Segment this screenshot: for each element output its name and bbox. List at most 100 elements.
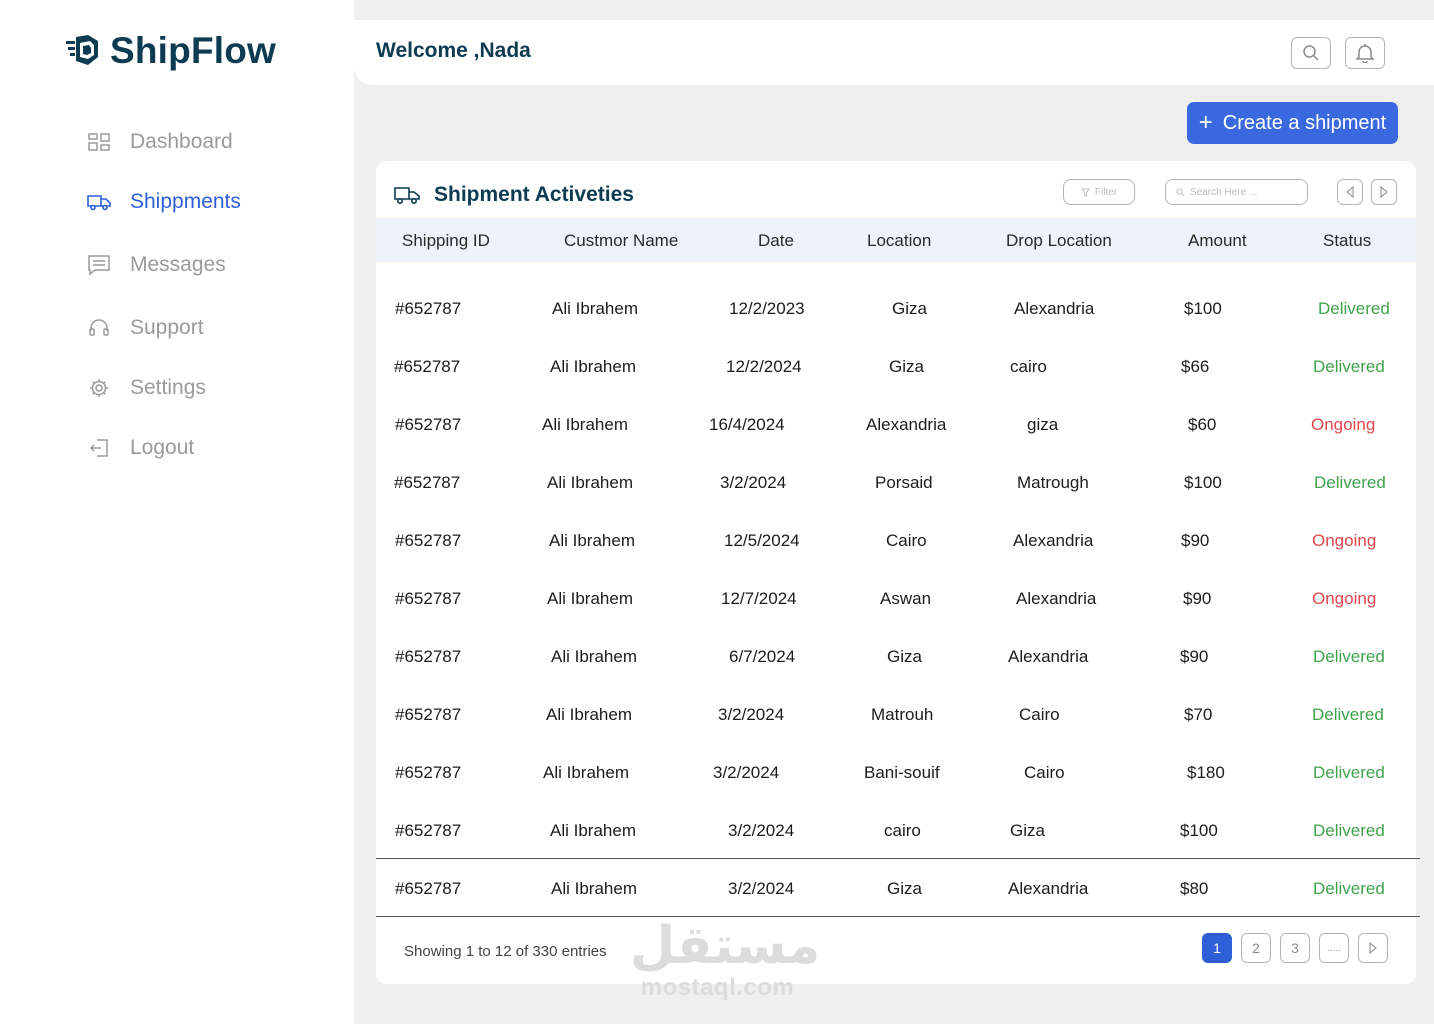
header-search-button[interactable]: [1291, 37, 1331, 69]
cell-shipping-id: #652787: [395, 763, 462, 782]
column-header[interactable]: Amount: [1188, 231, 1247, 251]
cell-drop-location: cairo: [1010, 357, 1047, 376]
sidebar-item-label: Dashboard: [130, 130, 233, 153]
page-button-1[interactable]: 1: [1202, 933, 1232, 963]
triangle-left-icon: [1346, 186, 1354, 198]
cell-shipping-id: #652787: [394, 357, 461, 376]
previous-button[interactable]: [1337, 179, 1363, 205]
cell-amount: $100: [1180, 821, 1218, 840]
cell-customer-name: Ali Ibrahem: [550, 821, 636, 840]
status-badge: Delivered: [1313, 879, 1385, 898]
cell-shipping-id: #652787: [395, 705, 462, 724]
page-button-more[interactable]: .....: [1319, 933, 1349, 963]
cell-drop-location: Matrough: [1017, 473, 1089, 492]
cell-amount: $100: [1184, 299, 1222, 318]
table-row[interactable]: #652787 Ali Ibrahem 6/7/2024 Giza Alexan…: [376, 627, 1420, 685]
sidebar-item-label: Shippments: [130, 190, 241, 213]
table-row[interactable]: #652787 Ali Ibrahem 12/2/2023 Giza Alexa…: [376, 279, 1420, 337]
cell-drop-location: Alexandria: [1013, 531, 1094, 550]
table-row[interactable]: #652787 Ali Ibrahem 16/4/2024 Alexandria…: [376, 395, 1420, 453]
cell-date: 16/4/2024: [709, 415, 785, 434]
top-header: Welcome ,Nada: [354, 20, 1434, 85]
cell-amount: $100: [1184, 473, 1222, 492]
page-button-2[interactable]: 2: [1241, 933, 1271, 963]
table-row[interactable]: #652787 Ali Ibrahem 3/2/2024 Matrouh Cai…: [376, 685, 1420, 743]
card-title: Shipment Activeties: [394, 183, 634, 207]
table-row[interactable]: #652787 Ali Ibrahem 12/7/2024 Aswan Alex…: [376, 569, 1420, 627]
cell-customer-name: Ali Ibrahem: [547, 473, 633, 492]
cell-location: Aswan: [880, 589, 932, 608]
table-row[interactable]: #652787 Ali Ibrahem 3/2/2024 Bani-souif …: [376, 743, 1420, 801]
cell-customer-name: Ali Ibrahem: [546, 705, 632, 724]
cell-location: Giza: [887, 879, 922, 898]
brand[interactable]: ShipFlow: [66, 30, 276, 72]
table-row[interactable]: #652787 Ali Ibrahem 3/2/2024 Giza Alexan…: [376, 859, 1420, 917]
table-row[interactable]: #652787 Ali Ibrahem 12/2/2024 Giza cairo…: [376, 337, 1420, 395]
sidebar-item-dashboard[interactable]: Dashboard: [86, 112, 326, 172]
column-header[interactable]: Date: [758, 231, 794, 251]
watermark-arabic: مستقل: [630, 916, 821, 976]
sidebar-item-shippments[interactable]: Shippments: [86, 172, 326, 232]
sidebar-item-label: Settings: [130, 376, 206, 399]
status-badge: Ongoing: [1312, 531, 1377, 550]
column-header[interactable]: Location: [867, 231, 931, 251]
triangle-right-icon: [1380, 186, 1388, 198]
page-next-button[interactable]: [1358, 933, 1388, 963]
status-badge: Delivered: [1313, 647, 1385, 666]
cell-shipping-id: #652787: [395, 821, 462, 840]
table-header: Shipping ID Custmor Name Date Location D…: [376, 218, 1416, 262]
search-icon: [1303, 45, 1319, 61]
welcome-text: Welcome ,Nada: [376, 39, 531, 62]
next-button[interactable]: [1371, 179, 1397, 205]
notifications-button[interactable]: [1345, 37, 1385, 69]
brand-name: ShipFlow: [110, 30, 277, 71]
status-badge: Delivered: [1313, 357, 1385, 376]
column-header[interactable]: Drop Location: [1006, 231, 1112, 251]
sidebar-item-messages[interactable]: Messages: [86, 232, 326, 298]
cell-date: 12/5/2024: [724, 531, 800, 550]
cell-customer-name: Ali Ibrahem: [549, 531, 635, 550]
headset-icon: [86, 315, 112, 341]
table-row[interactable]: #652787 Ali Ibrahem 3/2/2024 cairo Giza …: [376, 801, 1420, 859]
cell-amount: $60: [1188, 415, 1217, 434]
cell-shipping-id: #652787: [395, 299, 462, 318]
cell-location: cairo: [884, 821, 921, 840]
sidebar-item-logout[interactable]: Logout: [86, 418, 326, 478]
cell-location: Porsaid: [875, 473, 933, 492]
cell-customer-name: Ali Ibrahem: [543, 763, 629, 782]
cell-location: Matrouh: [871, 705, 934, 724]
column-header[interactable]: Shipping ID: [402, 231, 490, 251]
cell-date: 6/7/2024: [729, 647, 796, 666]
status-badge: Ongoing: [1311, 415, 1376, 434]
cell-drop-location: Alexandria: [1016, 589, 1097, 608]
message-icon: [86, 252, 112, 278]
table-search[interactable]: [1165, 179, 1308, 205]
sidebar-item-label: Support: [130, 316, 204, 339]
filter-button[interactable]: Filter: [1063, 179, 1135, 205]
logout-icon: [86, 435, 112, 461]
cell-amount: $180: [1187, 763, 1225, 782]
cell-amount: $90: [1181, 531, 1210, 550]
sidebar-item-settings[interactable]: Settings: [86, 358, 326, 418]
cell-customer-name: Ali Ibrahem: [552, 299, 638, 318]
column-header[interactable]: Status: [1323, 231, 1371, 251]
cell-drop-location: Alexandria: [1008, 879, 1089, 898]
sidebar-item-support[interactable]: Support: [86, 298, 326, 358]
create-shipment-button[interactable]: + Create a shipment: [1187, 102, 1398, 144]
search-icon: [1176, 187, 1185, 196]
table-row[interactable]: #652787 Ali Ibrahem 3/2/2024 Porsaid Mat…: [376, 453, 1420, 511]
status-badge: Delivered: [1313, 821, 1385, 840]
table-row[interactable]: #652787 Ali Ibrahem 12/5/2024 Cairo Alex…: [376, 511, 1420, 569]
shipflow-logo-icon: [66, 35, 98, 65]
sidebar-item-label: Logout: [130, 436, 195, 459]
watermark-latin: mostaql.com: [640, 974, 795, 1001]
cell-date: 3/2/2024: [728, 879, 795, 898]
sidebar-item-label: Messages: [130, 253, 226, 276]
cell-shipping-id: #652787: [394, 473, 461, 492]
column-header[interactable]: Custmor Name: [564, 231, 678, 251]
page-button-3[interactable]: 3: [1280, 933, 1310, 963]
sidebar: ShipFlow Dashboard Shippments Messages S…: [0, 0, 354, 1024]
cell-customer-name: Ali Ibrahem: [542, 415, 628, 434]
table-search-input[interactable]: [1190, 186, 1290, 198]
cell-drop-location: Alexandria: [1008, 647, 1089, 666]
